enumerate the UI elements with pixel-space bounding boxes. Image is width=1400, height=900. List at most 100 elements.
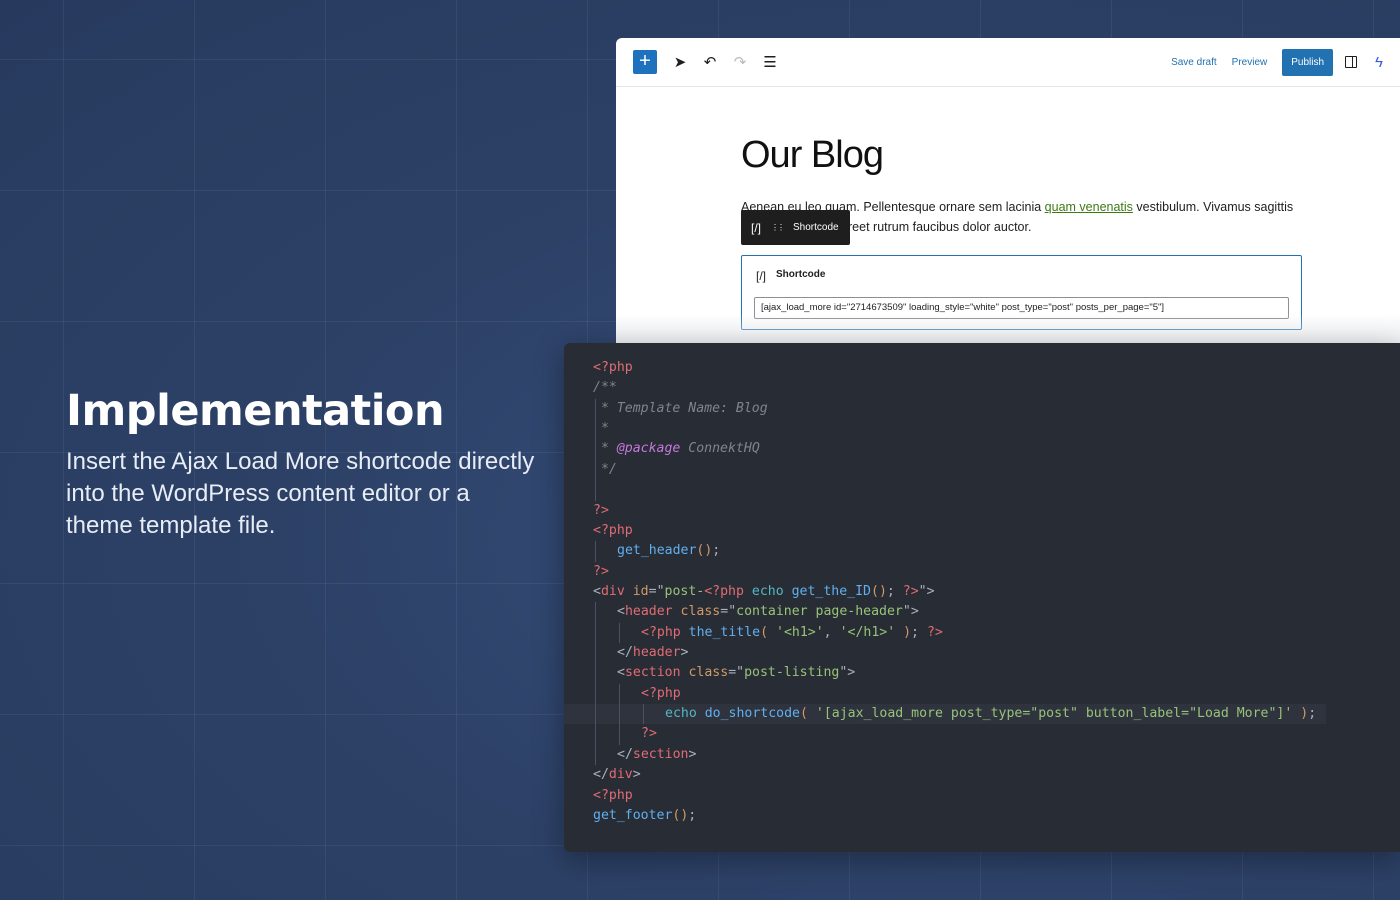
code-token-punct: </ [617, 645, 633, 661]
list-view-icon[interactable]: ☰ [757, 53, 783, 71]
code-token-paren: ) [1300, 706, 1309, 722]
code-token-punct [681, 625, 689, 640]
code-token-punct: ; [886, 583, 903, 599]
preview-button[interactable]: Preview [1232, 57, 1268, 68]
save-draft-button[interactable]: Save draft [1171, 57, 1217, 68]
code-token-punct: > [632, 767, 641, 783]
code-token-fn: get_the_ID [791, 583, 871, 599]
code-line: <section class="post-listing"> [564, 663, 1400, 684]
code-line: * Template Name: Blog [564, 398, 1400, 420]
code-token-php: ?> [593, 563, 609, 579]
sidebar-toggle-icon[interactable] [1345, 56, 1358, 68]
indent-guide [595, 398, 596, 420]
code-token-punct [808, 706, 816, 721]
post-title[interactable]: Our Blog [741, 134, 1301, 177]
code-token-punct: ; [1308, 706, 1317, 722]
undo-icon[interactable]: ↶ [697, 53, 723, 71]
code-token-php: <?php [704, 583, 744, 599]
code-token-comment: ConnektHQ [680, 441, 760, 457]
hero-section: Implementation Insert the Ajax Load More… [66, 386, 536, 542]
indent-guide [595, 439, 596, 460]
code-token-comment: /** [593, 380, 617, 396]
code-token-punct: </ [593, 767, 609, 783]
code-token-punct: "> [918, 583, 935, 599]
code-line: * [564, 419, 1400, 440]
drag-handle-icon[interactable]: ⋮⋮ [771, 223, 785, 232]
indent-guide [619, 724, 620, 745]
hero-description: Insert the Ajax Load More shortcode dire… [66, 448, 535, 539]
code-token-fn: get_header [617, 543, 697, 559]
indent-guide [619, 683, 620, 705]
code-token-str: '<h1>' [776, 624, 824, 640]
arrow-pointer-icon[interactable]: ➤ [667, 53, 693, 71]
code-line: * @package ConnektHQ [564, 439, 1400, 460]
code-token-punct: > [688, 746, 697, 762]
code-token-punct [697, 706, 705, 721]
code-token-tag: header [632, 645, 681, 661]
code-line: </div> [564, 765, 1400, 785]
code-line: get_header(); [564, 541, 1400, 562]
paragraph-link[interactable]: quam venenatis [1045, 200, 1133, 214]
code-token-punct: =" [728, 665, 745, 681]
code-token-punct [673, 604, 681, 619]
code-token-paren: ( [760, 624, 769, 640]
code-token-php: ?> [593, 502, 609, 518]
code-line: ?> [564, 501, 1400, 521]
code-token-tag: section [632, 746, 689, 762]
shortcode-icon[interactable]: [/] [751, 221, 761, 235]
code-token-attr: id [632, 583, 649, 599]
code-token-punct: ; [688, 807, 697, 823]
code-line: */ [564, 459, 1400, 481]
indent-guide [595, 480, 596, 501]
code-token-attr: class [680, 604, 721, 620]
code-token-punct: =" [720, 604, 737, 620]
indent-guide [595, 704, 596, 725]
code-token-kw: echo [751, 583, 784, 599]
code-token-punct: ; [712, 543, 721, 559]
code-token-paren: () [871, 583, 887, 599]
add-block-button[interactable]: + [633, 50, 657, 74]
code-token-paren: ( [800, 706, 808, 722]
code-token-punct [784, 584, 792, 599]
block-toolbar: [/] ⋮⋮ Shortcode [741, 210, 850, 245]
code-token-comment: */ [593, 461, 617, 477]
code-token-punct: ; [911, 624, 927, 640]
code-token-tag: div [600, 583, 625, 599]
code-token-punct: < [617, 665, 625, 681]
code-token-punct [625, 584, 633, 599]
code-token-php: <?php [593, 522, 633, 538]
code-token-php: <?php [641, 685, 681, 701]
code-token-punct: "> [902, 604, 919, 620]
code-token-paren: ) [903, 624, 912, 640]
code-token-php: <?php [593, 787, 633, 803]
publish-button[interactable]: Publish [1282, 48, 1334, 76]
code-token-str: post-listing [744, 665, 840, 681]
code-line: get_footer(); [564, 806, 1400, 826]
indent-guide [595, 744, 596, 766]
code-token-php: ?> [902, 583, 919, 599]
code-line: <?php the_title( '<h1>', '</h1>' ); ?> [564, 622, 1400, 644]
indent-guide [595, 663, 596, 684]
lightning-bolt-icon[interactable]: ϟ [1375, 54, 1383, 71]
indent-guide [619, 622, 620, 644]
redo-icon[interactable]: ↷ [727, 53, 753, 71]
indent-guide [595, 602, 596, 623]
block-type-label: Shortcode [793, 222, 839, 233]
indent-guide [595, 724, 596, 745]
code-token-punct [895, 625, 903, 640]
code-token-str: '[ajax_load_more post_type="post" button… [815, 706, 1293, 722]
indent-guide [619, 704, 620, 725]
code-token-punct: </ [617, 746, 633, 762]
code-token-str: post- [664, 583, 705, 599]
code-line: <header class="container page-header"> [564, 602, 1400, 623]
code-line: <?php [564, 521, 1400, 541]
code-token-tag: section [624, 665, 681, 681]
code-line: <?php [564, 683, 1400, 705]
code-token-fn: do_shortcode [704, 706, 800, 722]
code-line: ?> [564, 562, 1400, 582]
code-token-kw: echo [665, 706, 697, 722]
code-token-tag: div [608, 767, 633, 783]
indent-guide [595, 541, 596, 562]
code-token-str: '</h1>' [839, 624, 896, 640]
code-line: <?php [564, 786, 1400, 806]
